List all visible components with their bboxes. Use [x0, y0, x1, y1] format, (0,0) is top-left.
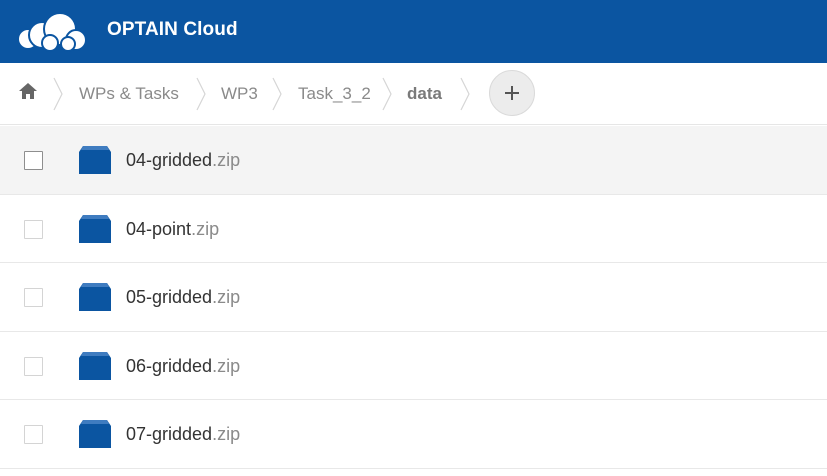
file-checkbox[interactable] [24, 288, 43, 307]
file-row[interactable]: 06-gridded.zip [0, 331, 827, 400]
file-list: 04-gridded.zip 04-point.zip 05-gridded.z… [0, 126, 827, 469]
file-basename: 04-point [126, 218, 192, 239]
breadcrumb-item-wp3[interactable]: WP3 [221, 63, 258, 125]
package-icon [79, 214, 111, 243]
file-row[interactable]: 05-gridded.zip [0, 263, 827, 332]
file-row[interactable]: 07-gridded.zip [0, 400, 827, 469]
file-name[interactable]: 06-gridded.zip [126, 332, 240, 400]
app-title: OPTAIN Cloud [107, 19, 238, 40]
package-icon [79, 146, 111, 174]
file-extension: .zip [191, 218, 220, 239]
add-button[interactable] [489, 70, 535, 116]
file-checkbox[interactable] [24, 356, 43, 376]
file-basename: 07-gridded [126, 424, 213, 444]
breadcrumb-separator-icon [53, 77, 63, 111]
breadcrumb-separator-icon [382, 77, 392, 111]
plus-icon [505, 86, 519, 100]
file-basename: 04-gridded [126, 150, 213, 170]
breadcrumb-item-data[interactable]: data [407, 63, 442, 125]
breadcrumb: WPs & Tasks WP3 Task_3_2 data [0, 63, 827, 125]
file-name[interactable]: 07-gridded.zip [126, 400, 240, 468]
breadcrumb-separator-icon [196, 77, 206, 111]
file-extension: .zip [212, 355, 241, 376]
file-row[interactable]: 04-point.zip [0, 194, 827, 263]
file-extension: .zip [212, 287, 241, 307]
home-icon[interactable] [18, 81, 38, 101]
breadcrumb-separator-icon [272, 77, 282, 111]
cloud-logo-icon[interactable] [16, 12, 92, 52]
breadcrumb-separator-icon [460, 77, 470, 111]
file-row[interactable]: 04-gridded.zip [0, 126, 827, 195]
file-name[interactable]: 04-gridded.zip [126, 126, 240, 194]
file-extension: .zip [212, 424, 241, 444]
breadcrumb-item-wps-tasks[interactable]: WPs & Tasks [79, 63, 179, 125]
file-extension: .zip [212, 150, 241, 170]
file-basename: 06-gridded [126, 355, 213, 376]
package-icon [79, 420, 111, 448]
file-checkbox[interactable] [24, 219, 43, 239]
file-name[interactable]: 05-gridded.zip [126, 263, 240, 331]
breadcrumb-item-task-3-2[interactable]: Task_3_2 [298, 63, 371, 125]
file-basename: 05-gridded [126, 287, 213, 307]
package-icon [79, 283, 111, 311]
file-checkbox[interactable] [24, 425, 43, 444]
file-name[interactable]: 04-point.zip [126, 195, 219, 263]
package-icon [79, 351, 111, 380]
file-checkbox[interactable] [24, 151, 43, 170]
app-header: OPTAIN Cloud [0, 0, 827, 63]
